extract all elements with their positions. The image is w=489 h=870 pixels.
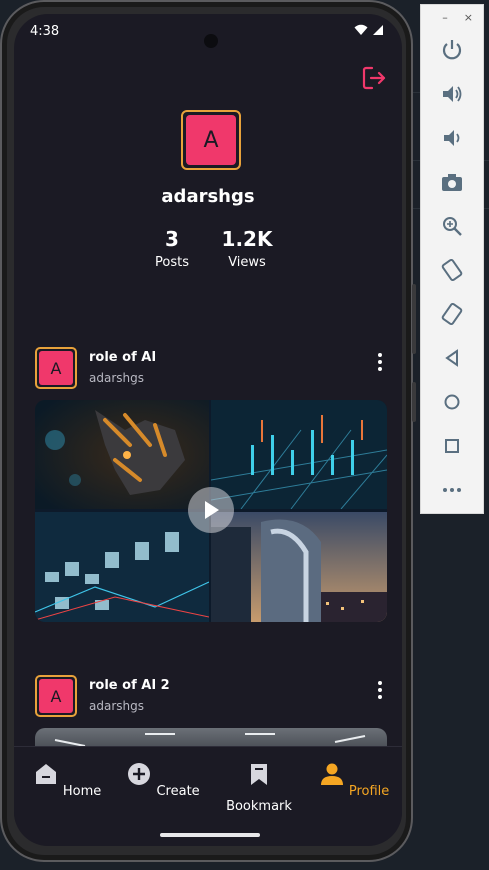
nav-profile[interactable]: Profile: [309, 761, 399, 799]
power-icon[interactable]: [439, 37, 465, 63]
post-video-thumbnail[interactable]: [35, 400, 387, 622]
status-time: 4:38: [30, 24, 60, 39]
profile-avatar-letter: A: [186, 115, 236, 165]
more-icon[interactable]: [439, 477, 465, 503]
status-icons: [354, 24, 384, 36]
person-icon: [320, 763, 343, 785]
profile-avatar[interactable]: A: [181, 110, 241, 170]
close-button[interactable]: ×: [464, 11, 473, 24]
volume-up-icon[interactable]: [439, 81, 465, 107]
nav-bookmark[interactable]: Bookmark: [214, 761, 304, 814]
nav-bookmark-label: Bookmark: [226, 799, 292, 814]
data-grid-image: [211, 400, 387, 509]
stat-views-value: 1.2K: [221, 227, 273, 251]
home-icon: [35, 764, 56, 784]
bookmark-icon: [251, 764, 267, 785]
home-circle-icon[interactable]: [439, 389, 465, 415]
phone-frame: 4:38 A adarshgs 3 Posts 1.2K Views A rol…: [0, 0, 416, 862]
post-username: adarshgs: [89, 699, 144, 713]
wifi-icon: [354, 24, 368, 35]
status-bar: 4:38: [14, 14, 402, 48]
nav-create[interactable]: Create: [118, 761, 208, 799]
emulator-toolbar: – ×: [420, 4, 484, 514]
building-image: [211, 512, 387, 622]
nav-profile-label: Profile: [348, 784, 390, 799]
app-screen: 4:38 A adarshgs 3 Posts 1.2K Views A rol…: [14, 14, 402, 846]
camera-icon[interactable]: [439, 169, 465, 195]
post-title: role of AI: [89, 350, 157, 365]
robot-hand-image: [35, 400, 209, 509]
nav-home[interactable]: Home: [22, 761, 112, 799]
profile-username: adarshgs: [161, 186, 255, 207]
post-avatar-letter: A: [39, 679, 73, 713]
stat-views-label: Views: [228, 255, 266, 270]
stat-views: 1.2K Views: [217, 227, 277, 270]
play-icon: [205, 501, 219, 519]
post-avatar[interactable]: A: [35, 347, 77, 389]
add-circle-icon: [128, 763, 151, 785]
gesture-home-indicator[interactable]: [160, 833, 260, 837]
post-title: role of AI 2: [89, 678, 170, 693]
post-avatar[interactable]: A: [35, 675, 77, 717]
more-options-icon[interactable]: [375, 353, 385, 373]
volume-down-icon[interactable]: [439, 125, 465, 151]
overview-icon[interactable]: [439, 433, 465, 459]
bottom-navigation: Home Create Bookmark Profile: [14, 746, 402, 824]
post-avatar-letter: A: [39, 351, 73, 385]
nav-home-label: Home: [62, 784, 102, 799]
rotate-right-icon[interactable]: [439, 301, 465, 327]
play-button[interactable]: [188, 487, 234, 533]
logout-icon[interactable]: [360, 64, 388, 92]
back-icon[interactable]: [439, 345, 465, 371]
stat-posts-label: Posts: [155, 255, 189, 270]
post-username: adarshgs: [89, 371, 144, 385]
more-options-icon[interactable]: [375, 681, 385, 701]
3d-chart-image: [35, 512, 209, 622]
front-camera: [204, 34, 218, 48]
stat-posts-value: 3: [165, 227, 179, 251]
nav-create-label: Create: [156, 784, 200, 799]
signal-icon: [373, 25, 383, 35]
zoom-icon[interactable]: [439, 213, 465, 239]
minimize-button[interactable]: –: [442, 11, 448, 24]
stat-posts: 3 Posts: [147, 227, 197, 270]
rotate-left-icon[interactable]: [439, 257, 465, 283]
